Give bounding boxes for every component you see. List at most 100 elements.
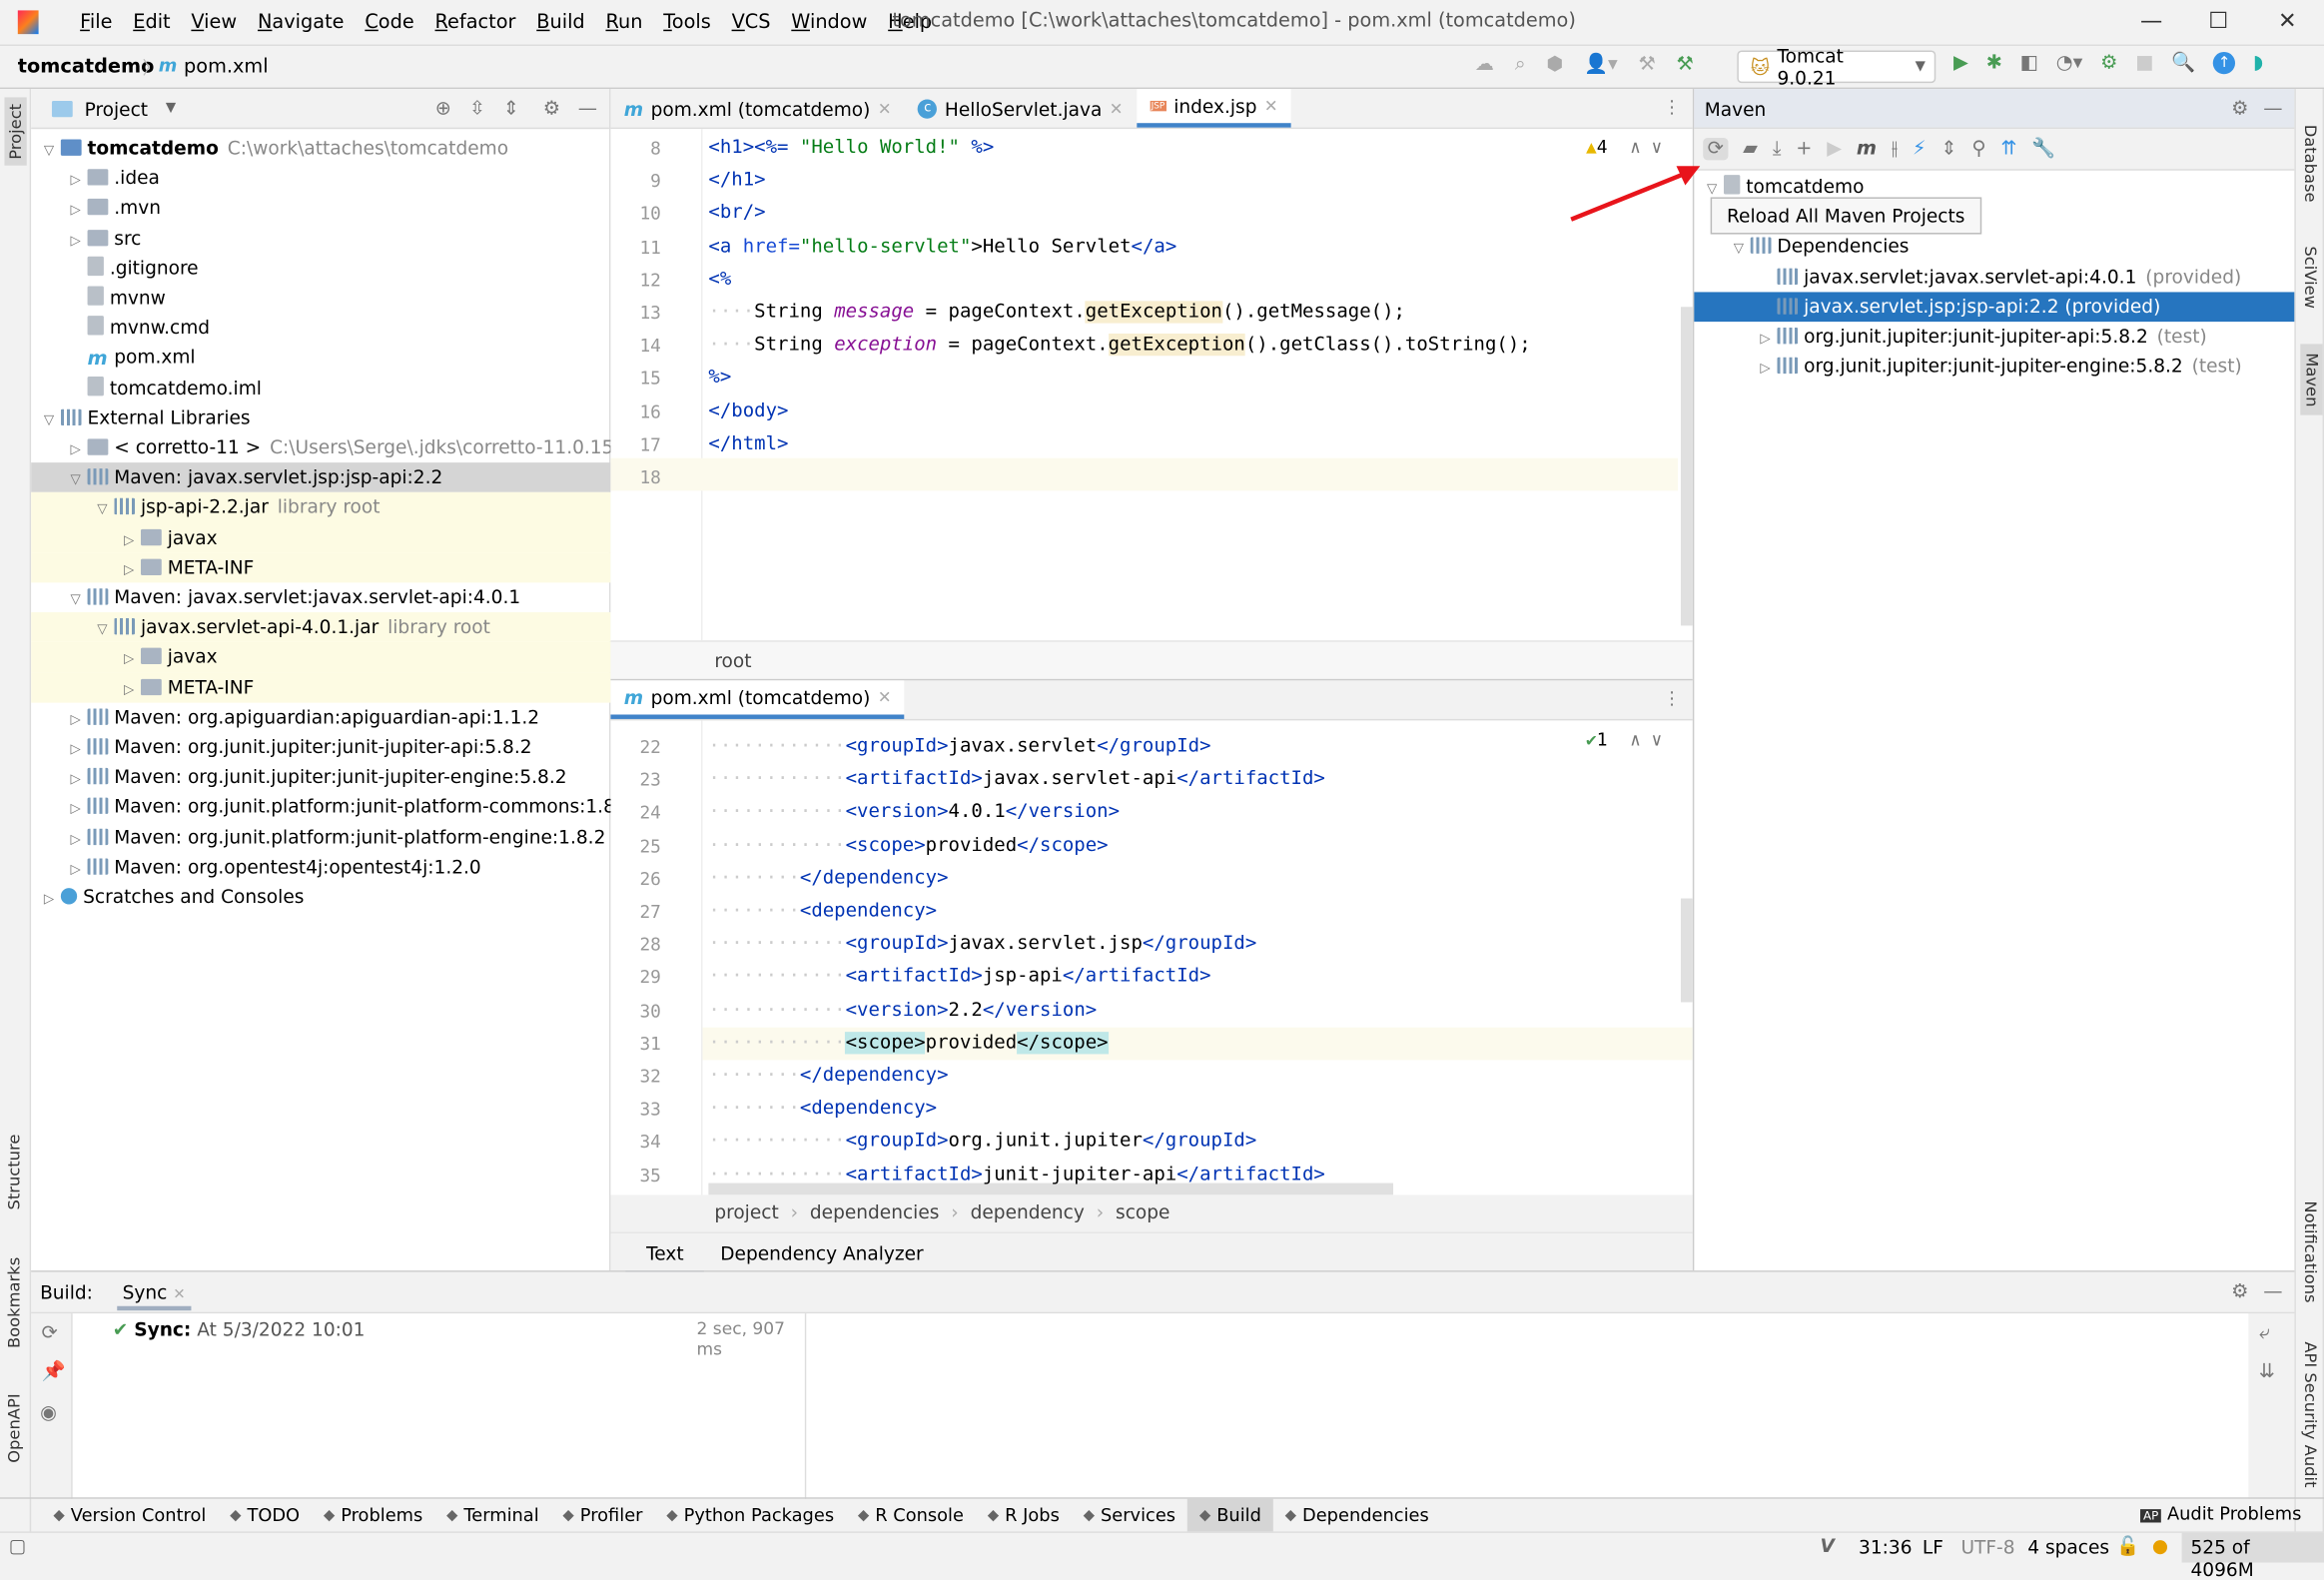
- menu-edit[interactable]: Edit: [133, 11, 170, 33]
- hammer-icon[interactable]: ⚒: [1638, 53, 1655, 75]
- breadcrumb-root[interactable]: root: [714, 649, 751, 671]
- tool-window-problems[interactable]: ◆ Problems: [312, 1499, 434, 1532]
- tree-item[interactable]: ▷ javax: [117, 642, 218, 672]
- tree-item[interactable]: ▷ Maven: org.apiguardian:apiguardian-api:…: [64, 702, 540, 732]
- run-icon[interactable]: ▶: [1953, 52, 1968, 74]
- menu-run[interactable]: Run: [605, 11, 642, 33]
- scrollbar[interactable]: [1680, 898, 1693, 1003]
- gear-icon[interactable]: ⚙: [2231, 97, 2248, 119]
- chevron-right-icon[interactable]: ▷: [1754, 325, 1778, 355]
- chevron-right-icon[interactable]: ▷: [64, 795, 88, 825]
- menu-build[interactable]: Build: [536, 11, 584, 33]
- breadcrumb-file[interactable]: pom.xml: [184, 56, 269, 78]
- offline-icon[interactable]: ⚡: [1913, 138, 1927, 160]
- chevron-down-icon[interactable]: ▽: [1727, 235, 1751, 265]
- update-icon[interactable]: ↑: [2213, 51, 2236, 75]
- code-line[interactable]: ····String exception = pageContext.getEx…: [708, 330, 1531, 363]
- breadcrumb-project[interactable]: tomcatdemo: [18, 56, 155, 78]
- code-line[interactable]: ············<artifactId>jsp-api</artifac…: [708, 961, 1210, 994]
- memory-indicator[interactable]: 525 of 4096M: [2181, 1532, 2324, 1580]
- tree-item[interactable]: ▽ javax.servlet-api-4.0.1.jar library root: [91, 612, 490, 642]
- chevron-right-icon[interactable]: ▷: [64, 765, 88, 795]
- gear-icon[interactable]: ⚙: [2231, 1281, 2248, 1303]
- hide-icon[interactable]: —: [2263, 1281, 2282, 1303]
- add-icon[interactable]: +: [1796, 138, 1812, 160]
- warnings-indicator[interactable]: ▲4 ∧ ∨: [1586, 137, 1662, 158]
- close-window-button[interactable]: ✕: [2278, 7, 2297, 34]
- stripe-maven[interactable]: Maven: [2300, 344, 2323, 416]
- stripe-project[interactable]: Project: [4, 97, 27, 166]
- tool-window-todo[interactable]: ◆ TODO: [218, 1499, 312, 1532]
- code-line[interactable]: %>: [708, 363, 731, 395]
- scroll-end-icon[interactable]: ⇊: [2259, 1361, 2275, 1383]
- chevron-right-icon[interactable]: ▷: [37, 885, 61, 915]
- close-icon[interactable]: ✕: [878, 688, 892, 707]
- stripe-structure[interactable]: Structure: [4, 1135, 23, 1210]
- tree-item[interactable]: javax.servlet:javax.servlet-api:4.0.1 (pr…: [1754, 262, 2241, 292]
- checks-indicator[interactable]: ✔1 ∧ ∨: [1586, 729, 1662, 750]
- audit-problems-button[interactable]: AP Audit Problems: [2140, 1503, 2301, 1524]
- tree-item[interactable]: ▷ Scratches and Consoles: [37, 882, 305, 915]
- stop-icon[interactable]: ■: [2135, 52, 2153, 74]
- more-icon[interactable]: ⋮: [1663, 96, 1681, 117]
- chevron-down-icon[interactable]: ▽: [64, 465, 88, 495]
- attach-icon[interactable]: ⚙: [2100, 52, 2117, 74]
- code-line[interactable]: ········</dependency>: [708, 1060, 948, 1093]
- close-icon[interactable]: ✕: [1110, 99, 1124, 118]
- stripe-notifications[interactable]: Notifications: [2300, 1200, 2319, 1302]
- tree-item[interactable]: ▽ Maven: javax.servlet.jsp:jsp-api:2.2: [64, 462, 443, 495]
- code-line[interactable]: ········<dependency>: [708, 896, 937, 929]
- analyze-icon[interactable]: ⚲: [1971, 138, 1985, 160]
- chevron-down-icon[interactable]: ▽: [37, 405, 61, 435]
- breadcrumb-dependency[interactable]: dependency: [971, 1200, 1085, 1222]
- coverage-icon[interactable]: ◧: [2020, 52, 2038, 74]
- editor-tab[interactable]: c HelloServlet.java ✕: [905, 89, 1137, 128]
- tree-item[interactable]: ▷ < corretto-11 > C:\Users\Serge\.jdks\cor…: [64, 432, 614, 462]
- chevron-down-icon[interactable]: ▽: [91, 615, 115, 645]
- indent[interactable]: 4 spaces: [2027, 1536, 2109, 1558]
- tool-window-python-packages[interactable]: ◆ Python Packages: [654, 1499, 846, 1532]
- tree-item[interactable]: ▽ tomcatdemo C:\work\attaches\tomcatdemo: [37, 134, 508, 164]
- code-line[interactable]: ············<scope>provided</scope>: [708, 830, 1108, 863]
- more-icon[interactable]: ⋮: [1663, 688, 1681, 709]
- search-icon[interactable]: 🔍: [2171, 52, 2195, 74]
- caret-position[interactable]: 31:36: [1859, 1536, 1912, 1558]
- chevron-down-icon[interactable]: ▼: [166, 101, 176, 116]
- tree-item[interactable]: ▷ src: [64, 224, 142, 254]
- menu-refactor[interactable]: Refactor: [435, 11, 516, 33]
- build-output[interactable]: [806, 1313, 2249, 1499]
- collapse-all-icon[interactable]: ⇕: [503, 97, 519, 119]
- tree-item[interactable]: ▽ Maven: javax.servlet:javax.servlet-api:…: [64, 582, 521, 612]
- pin-icon[interactable]: 📌: [42, 1361, 66, 1383]
- menu-tools[interactable]: Tools: [663, 11, 711, 33]
- project-panel-title[interactable]: Project: [85, 97, 148, 119]
- tool-window-profiler[interactable]: ◆ Profiler: [551, 1499, 655, 1532]
- debug-icon[interactable]: ✱: [1986, 52, 2002, 74]
- minimize-button[interactable]: —: [2140, 7, 2162, 34]
- code-line[interactable]: ············<artifactId>junit-jupiter-ap…: [708, 1159, 1324, 1191]
- code-line[interactable]: ········<dependency>: [708, 1093, 937, 1126]
- maximize-button[interactable]: ☐: [2208, 7, 2228, 34]
- code-line[interactable]: ············<scope>provided</scope>: [708, 1027, 1109, 1060]
- expand-all-icon[interactable]: ⇳: [469, 97, 485, 119]
- tree-item[interactable]: .gitignore: [64, 254, 199, 284]
- tree-item[interactable]: mvnw.cmd: [64, 313, 210, 343]
- tree-item[interactable]: ▷ Maven: org.opentest4j:opentest4j:1.2.0: [64, 852, 481, 882]
- code-line[interactable]: ············<version>2.2</version>: [708, 994, 1097, 1027]
- menu-vcs[interactable]: VCS: [732, 11, 771, 33]
- sync-row[interactable]: ✔ Sync: At 5/3/2022 10:01: [113, 1318, 366, 1340]
- code-line[interactable]: <%: [708, 264, 731, 297]
- line-separator[interactable]: LF: [1923, 1536, 1943, 1558]
- jetbrains-icon[interactable]: ◗: [2253, 52, 2263, 74]
- eye-icon[interactable]: ◉: [40, 1402, 57, 1424]
- tree-item[interactable]: ▷ META-INF: [117, 672, 254, 702]
- breadcrumb-scope[interactable]: scope: [1116, 1200, 1169, 1222]
- editor-tab[interactable]: m pom.xml (tomcatdemo) ✕: [610, 89, 904, 128]
- code-line[interactable]: <h1><%= "Hello World!" %>: [708, 132, 994, 165]
- tab-dependency-analyzer[interactable]: Dependency Analyzer: [720, 1242, 923, 1264]
- tree-item[interactable]: ▽ jsp-api-2.2.jar library root: [91, 492, 381, 522]
- tree-item[interactable]: ▷ Maven: org.junit.jupiter:junit-jupiter-…: [64, 732, 532, 762]
- tab-sync[interactable]: Sync ✕: [116, 1274, 192, 1310]
- tool-window-r-jobs[interactable]: ◆ R Jobs: [976, 1499, 1072, 1532]
- tree-item[interactable]: m pom.xml: [64, 343, 196, 373]
